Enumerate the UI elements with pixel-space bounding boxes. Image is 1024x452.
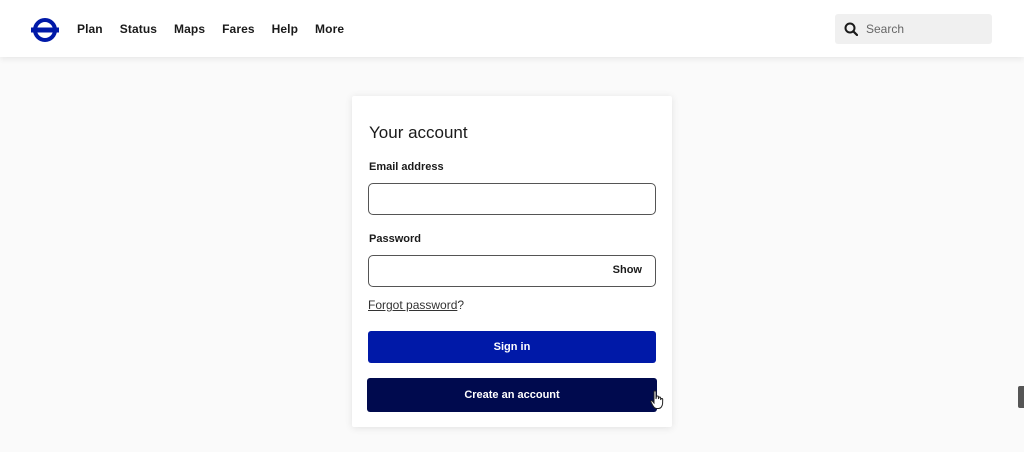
search-icon bbox=[844, 22, 858, 36]
scroll-handle[interactable] bbox=[1018, 386, 1024, 408]
nav-plan[interactable]: Plan bbox=[77, 22, 103, 36]
password-field-wrapper: Show bbox=[368, 255, 656, 287]
card-title: Your account bbox=[369, 123, 468, 142]
password-label: Password bbox=[369, 233, 421, 245]
forgot-password-suffix: ? bbox=[457, 298, 465, 312]
nav-more[interactable]: More bbox=[315, 22, 344, 36]
hand-cursor-icon bbox=[650, 390, 664, 409]
email-field[interactable] bbox=[369, 184, 599, 214]
roundel-logo-icon[interactable] bbox=[31, 16, 59, 44]
search-input[interactable] bbox=[866, 22, 976, 36]
email-label: Email address bbox=[369, 161, 444, 173]
nav-status[interactable]: Status bbox=[120, 22, 157, 36]
forgot-password-row: Forgot password? bbox=[368, 298, 464, 312]
main-nav: Plan Status Maps Fares Help More bbox=[77, 0, 361, 57]
nav-maps[interactable]: Maps bbox=[174, 22, 205, 36]
create-account-button[interactable]: Create an account bbox=[367, 378, 657, 412]
show-password-button[interactable]: Show bbox=[613, 264, 642, 276]
password-field[interactable] bbox=[369, 256, 599, 286]
login-card: Your account Email address Password Show… bbox=[352, 96, 672, 427]
search-box[interactable] bbox=[835, 14, 992, 44]
forgot-password-link[interactable]: Forgot password bbox=[368, 298, 457, 312]
top-bar: Plan Status Maps Fares Help More bbox=[0, 0, 1024, 57]
nav-help[interactable]: Help bbox=[272, 22, 298, 36]
nav-fares[interactable]: Fares bbox=[222, 22, 255, 36]
email-field-wrapper bbox=[368, 183, 656, 215]
sign-in-button[interactable]: Sign in bbox=[368, 331, 656, 363]
